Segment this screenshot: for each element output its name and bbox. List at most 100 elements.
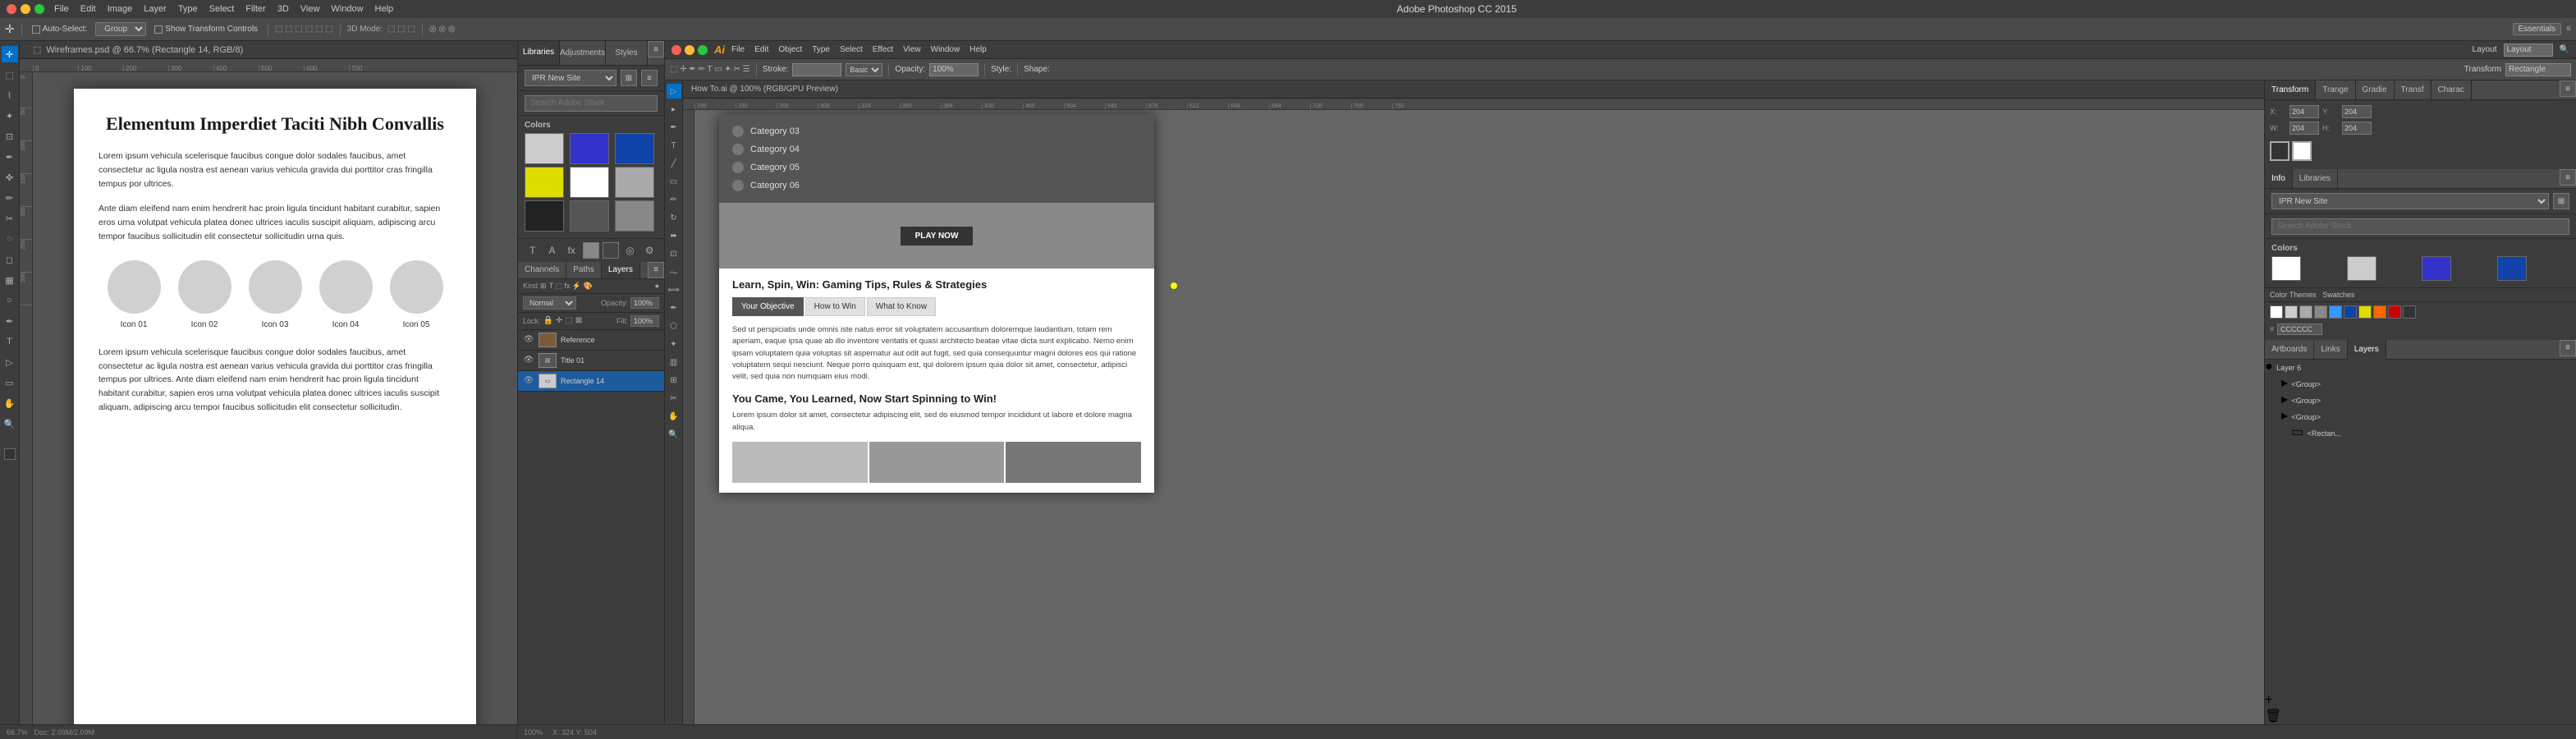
cpl-tab-channels[interactable]: Channels (518, 262, 566, 278)
ai-tool-scale[interactable]: ⊡ (667, 246, 681, 261)
ai-tool-rect[interactable]: ▭ (667, 174, 681, 189)
aall-vis-g1[interactable]: ▸ (2281, 376, 2288, 390)
ps-tool-pen[interactable]: ✒ (2, 313, 18, 329)
ai-search-icon[interactable]: 🔍 (2560, 45, 2569, 54)
ps-tool-shape[interactable]: ▭ (2, 374, 18, 391)
layer-item-reference[interactable]: 👁 Reference (518, 330, 664, 351)
ai-preview-play-btn[interactable]: PLAY NOW (901, 227, 974, 246)
ai-lib-search-input[interactable] (2271, 218, 2569, 235)
lib-swatch-7[interactable] (570, 200, 609, 232)
layers-filter-toggle[interactable]: ● (655, 282, 659, 290)
ai-props-tab-gradie[interactable]: Gradie (2356, 80, 2395, 99)
layer-item-rect14[interactable]: 👁 ▭ Rectangle 14 (518, 371, 664, 392)
ps-tool-type[interactable]: T (2, 333, 18, 350)
layers-blend-mode[interactable]: Normal (523, 296, 576, 310)
ai-tool-warp[interactable]: 〜 (667, 264, 681, 279)
menu-layer[interactable]: Layer (144, 4, 167, 14)
ps-transform-check[interactable] (154, 25, 163, 34)
layer-vis-ref[interactable]: 👁 (523, 335, 534, 344)
ps-tool-select-rect[interactable]: ⬚ (2, 67, 18, 83)
menu-window[interactable]: Window (331, 4, 363, 14)
ai-props-tab-transform[interactable]: Transform (2265, 80, 2316, 99)
lib-tool-eye[interactable]: ◎ (622, 242, 639, 259)
layers-opacity-input[interactable] (630, 297, 659, 309)
ai-sw-7[interactable] (2373, 305, 2386, 319)
lib-swatch-1[interactable] (570, 133, 609, 164)
ai-tool-zoom[interactable]: 🔍 (667, 427, 681, 442)
ai-info-tab-info[interactable]: Info (2265, 169, 2293, 188)
layer-item-title01[interactable]: 👁 ▤ Title 01 (518, 351, 664, 371)
ai-basic-select[interactable]: Basic (846, 63, 882, 76)
tl-close[interactable] (7, 4, 16, 14)
menu-help[interactable]: Help (375, 4, 394, 14)
ai-sw-5[interactable] (2344, 305, 2357, 319)
cpl-menu-btn[interactable]: ≡ (648, 262, 664, 278)
ai-menu-object[interactable]: Object (778, 45, 802, 54)
aall-del-layer[interactable]: 🗑 (2265, 708, 2576, 724)
aall-add-layer[interactable]: + (2265, 693, 2576, 708)
menu-image[interactable]: Image (108, 4, 133, 14)
ai-tool-symbol[interactable]: ✦ (667, 337, 681, 351)
lib-tab-adjustments[interactable]: Adjustments (560, 41, 606, 65)
ai-sw-9[interactable] (2403, 305, 2416, 319)
ai-prop-w-input[interactable] (2290, 122, 2319, 135)
ps-tool-heal[interactable]: ✜ (2, 169, 18, 186)
ai-prop-x-input[interactable] (2290, 105, 2319, 118)
lib-color-box-1[interactable] (583, 242, 599, 259)
menu-edit[interactable]: Edit (80, 4, 96, 14)
lib-name-dropdown[interactable]: IPR New Site (525, 70, 616, 86)
ai-tool-chart[interactable]: ▥ (667, 355, 681, 370)
ai-tool-direct[interactable]: ▸ (667, 102, 681, 117)
ai-tool-blend[interactable]: ⬠ (667, 319, 681, 333)
ai-stroke-box[interactable] (2292, 141, 2312, 161)
ps-tool-clone[interactable]: ✂ (2, 210, 18, 227)
ps-tool-move-icon[interactable]: ✛ (5, 22, 15, 36)
aall-layer-group-3[interactable]: ▸ <Group> (2265, 407, 2576, 424)
cpl-tab-paths[interactable]: Paths (566, 262, 602, 278)
aall-tab-artboards[interactable]: Artboards (2265, 340, 2314, 360)
ai-tool-select[interactable]: ▷ (667, 84, 681, 99)
ai-swatch-1[interactable] (2347, 256, 2377, 281)
ps-essentials-btn[interactable]: Essentials (2513, 23, 2562, 35)
ai-swatch-2[interactable] (2422, 256, 2451, 281)
ai-preview-tab-know[interactable]: What to Know (867, 297, 936, 316)
ai-sw-1[interactable] (2285, 305, 2298, 319)
ai-tool-artboard[interactable]: ⊞ (667, 373, 681, 388)
ai-opacity-input[interactable] (929, 63, 979, 76)
ai-menu-view[interactable]: View (903, 45, 921, 54)
lib-color-box-2[interactable] (603, 242, 619, 259)
ai-info-menu-btn[interactable]: ≡ (2560, 169, 2576, 186)
ai-fill-box[interactable] (2270, 141, 2290, 161)
lib-grid-btn[interactable]: ⊞ (621, 70, 637, 86)
ai-props-tab-trange[interactable]: Trange (2316, 80, 2355, 99)
ai-tool-line[interactable]: ╱ (667, 156, 681, 171)
ai-tl-close[interactable] (672, 45, 681, 55)
lib-tool-options[interactable]: ⚙ (641, 242, 658, 259)
ai-menu-edit[interactable]: Edit (754, 45, 768, 54)
menu-filter[interactable]: Filter (245, 4, 265, 14)
ai-traffic-lights[interactable] (672, 45, 708, 55)
ai-tool-type[interactable]: T (667, 138, 681, 153)
ai-prop-y-input[interactable] (2342, 105, 2372, 118)
ai-props-menu-btn[interactable]: ≡ (2560, 80, 2576, 97)
ps-tool-zoom[interactable]: 🔍 (2, 415, 18, 432)
ai-tool-slice[interactable]: ✂ (667, 391, 681, 406)
lib-tool-char[interactable]: A (544, 242, 561, 259)
lib-swatch-5[interactable] (615, 167, 654, 198)
ai-sw-4[interactable] (2329, 305, 2342, 319)
ps-foreground-color[interactable] (4, 448, 16, 460)
menu-view[interactable]: View (300, 4, 320, 14)
menu-file[interactable]: File (54, 4, 69, 14)
aall-tab-layers[interactable]: Layers (2348, 340, 2386, 360)
ps-tool-eyedropper[interactable]: ✒ (2, 149, 18, 165)
lib-list-btn[interactable]: ≡ (641, 70, 658, 86)
ai-sw-3[interactable] (2314, 305, 2327, 319)
ps-auto-select-mode[interactable]: Group (95, 22, 146, 36)
ai-menu-window[interactable]: Window (931, 45, 960, 54)
ai-tool-rotate[interactable]: ↻ (667, 210, 681, 225)
ai-tool-hand[interactable]: ✋ (667, 409, 681, 424)
ai-hex-input[interactable] (2277, 324, 2322, 335)
ps-traffic-lights[interactable] (7, 4, 44, 14)
ps-tool-eraser[interactable]: ◻ (2, 251, 18, 268)
lib-tool-type[interactable]: T (525, 242, 541, 259)
